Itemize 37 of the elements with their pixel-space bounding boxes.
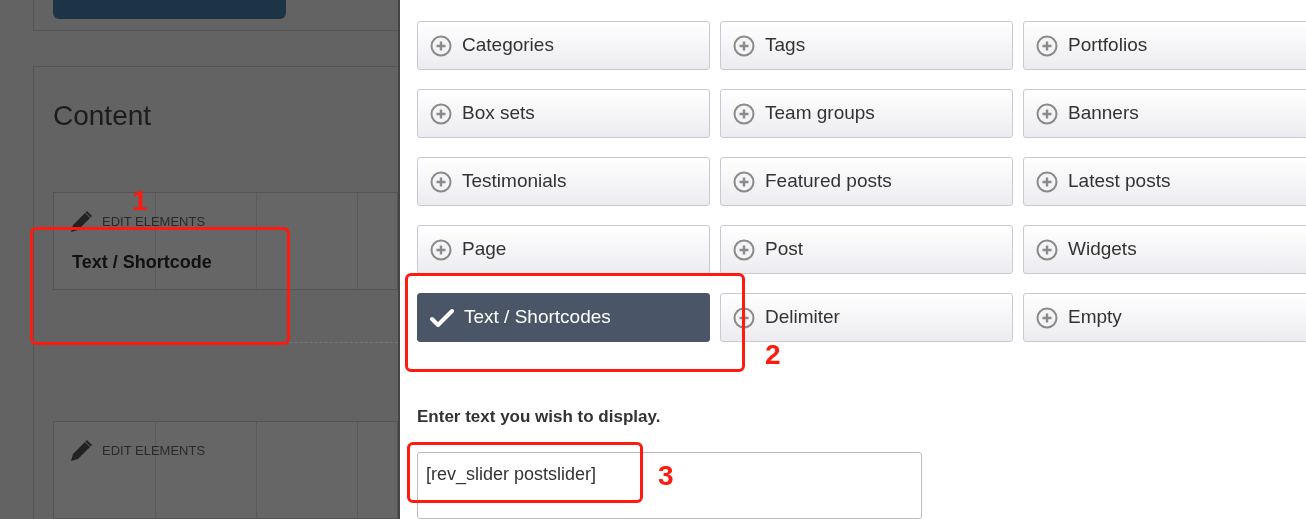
plus-circle-icon <box>733 306 755 329</box>
plus-circle-icon <box>1036 170 1058 193</box>
element-type-button[interactable]: Empty <box>1023 293 1306 342</box>
section-title: Content <box>53 99 153 133</box>
plus-circle-icon <box>430 170 452 193</box>
element-title: Text / Shortcode <box>71 251 213 274</box>
plus-circle-icon <box>1036 34 1058 57</box>
plus-circle-icon <box>430 238 452 261</box>
plus-circle-icon <box>733 34 755 57</box>
annotation-number: 3 <box>658 459 674 493</box>
element-type-button[interactable]: Post <box>720 225 1013 274</box>
element-type-button[interactable]: Box sets <box>417 89 710 138</box>
element-type-button[interactable]: Page <box>417 225 710 274</box>
element-type-button[interactable]: Widgets <box>1023 225 1306 274</box>
element-type-button[interactable]: Delimiter <box>720 293 1013 342</box>
element-type-button[interactable]: Tags <box>720 21 1013 70</box>
element-type-button[interactable]: Latest posts <box>1023 157 1306 206</box>
element-type-button[interactable]: Featured posts <box>720 157 1013 206</box>
element-type-button[interactable]: Banners <box>1023 89 1306 138</box>
plus-circle-icon <box>733 102 755 125</box>
field-label: Enter text you wish to display. <box>417 406 662 428</box>
check-icon <box>430 307 454 328</box>
pencil-icon <box>68 209 94 235</box>
plus-circle-icon <box>733 238 755 261</box>
element-type-button[interactable]: Text / Shortcodes <box>417 293 710 342</box>
pencil-icon <box>68 438 94 464</box>
plus-circle-icon <box>1036 238 1058 261</box>
plus-circle-icon <box>733 170 755 193</box>
plus-circle-icon <box>430 102 452 125</box>
dark-button[interactable] <box>53 0 286 19</box>
element-type-button[interactable]: Categories <box>417 21 710 70</box>
element-type-button[interactable]: Portfolios <box>1023 21 1306 70</box>
element-type-button[interactable]: Team groups <box>720 89 1013 138</box>
plus-circle-icon <box>1036 306 1058 329</box>
plus-circle-icon <box>1036 102 1058 125</box>
plus-circle-icon <box>430 34 452 57</box>
element-type-button[interactable]: Testimonials <box>417 157 710 206</box>
